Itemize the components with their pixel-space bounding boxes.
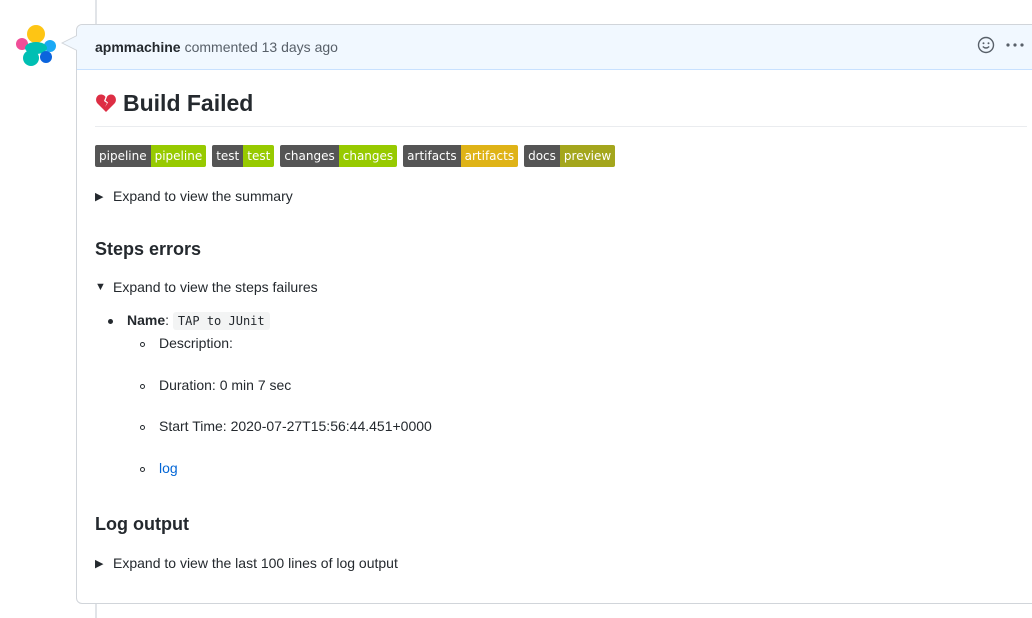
step-name-code: TAP to JUnit: [172, 312, 270, 330]
kebab-menu-icon[interactable]: [1005, 42, 1025, 48]
badge-label: changes: [280, 145, 339, 167]
step-description: Description:: [140, 335, 233, 351]
comment-body: Build Failed pipeline pipeline test test cha…: [77, 90, 1032, 573]
circle-bullet-icon: [140, 342, 145, 347]
steps-toggle[interactable]: ▼ Expand to view the steps failures: [95, 277, 1027, 297]
page-title: Build Failed: [95, 90, 1027, 127]
step-start-time: Start Time: 2020-07-27T15:56:44.451+0000: [140, 418, 432, 434]
triangle-right-icon: ▶: [95, 557, 104, 570]
step-list: Name: TAP to JUnit Description: Duration…: [95, 312, 1027, 512]
badge-artifacts[interactable]: artifacts artifacts: [403, 145, 519, 167]
circle-bullet-icon: [140, 467, 145, 472]
comment-action: commented: [184, 39, 258, 55]
badge-value: changes: [338, 145, 398, 167]
step-duration: Duration: 0 min 7 sec: [140, 377, 291, 393]
badge-value: pipeline: [150, 145, 207, 167]
circle-bullet-icon: [140, 384, 145, 389]
badge-test[interactable]: test test: [212, 145, 275, 167]
badge-value: artifacts: [460, 145, 519, 167]
bullet-icon: [108, 319, 113, 324]
list-item: Name: TAP to JUnit: [108, 312, 270, 330]
comment-actions: [977, 36, 1025, 54]
log-output-heading: Log output: [95, 514, 189, 534]
title-text: Build Failed: [123, 90, 254, 116]
smiley-icon[interactable]: [977, 36, 995, 54]
broken-heart-icon: [95, 92, 117, 114]
badge-row: pipeline pipeline test test changes changes ar…: [95, 145, 1027, 167]
badge-changes[interactable]: changes changes: [280, 145, 398, 167]
steps-errors-heading: Steps errors: [95, 239, 202, 259]
avatar[interactable]: [14, 24, 58, 68]
circle-bullet-icon: [140, 425, 145, 430]
comment-header: apmmachine commented 13 days ago: [61, 25, 1032, 70]
badge-value: preview: [559, 145, 616, 167]
triangle-right-icon: ▶: [95, 190, 104, 203]
summary-toggle[interactable]: ▶ Expand to view the summary: [95, 186, 1027, 206]
comment-author-link[interactable]: apmmachine: [95, 39, 181, 55]
elastic-logo-icon: [16, 25, 56, 66]
step-log: log: [140, 460, 178, 476]
log-toggle[interactable]: ▶ Expand to view the last 100 lines of l…: [95, 553, 1027, 573]
log-link[interactable]: log: [159, 460, 178, 476]
badge-pipeline[interactable]: pipeline pipeline: [95, 145, 207, 167]
badge-label: pipeline: [95, 145, 151, 167]
badge-label: docs: [524, 145, 560, 167]
comment-card: apmmachine commented 13 days ago Build F…: [61, 24, 1032, 604]
triangle-down-icon: ▼: [95, 281, 106, 293]
badge-label: artifacts: [403, 145, 461, 167]
comment-timestamp[interactable]: 13 days ago: [262, 39, 338, 55]
badge-docs[interactable]: docs preview: [524, 145, 616, 167]
badge-label: test: [212, 145, 244, 167]
badge-value: test: [243, 145, 275, 167]
